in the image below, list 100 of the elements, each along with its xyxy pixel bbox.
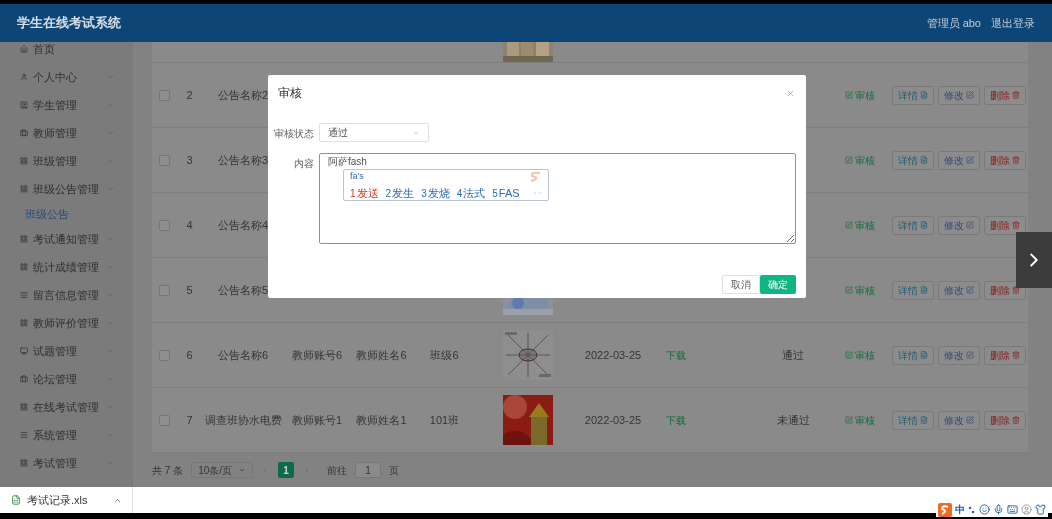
trash-icon (1012, 416, 1020, 424)
table-cell-text: 公告名称4 (217, 217, 269, 233)
cancel-button[interactable]: 取消 (722, 275, 760, 294)
total-count: 共 7 条 (152, 463, 184, 478)
goto-label: 前往 (327, 463, 348, 478)
detail-button[interactable]: 详情 (892, 215, 934, 235)
edit-button[interactable]: 修改 (938, 410, 980, 430)
app-title: 学生在线考试系统 (17, 14, 121, 33)
table-cell-text: 5 (186, 282, 193, 298)
pencil-icon (966, 91, 974, 99)
ime-mode[interactable]: 中 (955, 502, 965, 517)
keyboard-icon[interactable] (1007, 504, 1018, 515)
sidebar-item[interactable]: 留言信息管理 (0, 281, 133, 309)
delete-button[interactable]: 删除 (984, 345, 1026, 365)
delete-button[interactable]: 删除 (984, 85, 1026, 105)
field-label: 审核状态 (274, 127, 314, 141)
row-checkbox[interactable] (158, 89, 170, 101)
sidebar-item[interactable]: 个人中心 (0, 63, 133, 91)
user-icon[interactable] (1021, 504, 1032, 515)
logout-link[interactable]: 退出登录 (991, 14, 1035, 32)
edit-button[interactable]: 修改 (938, 150, 980, 170)
edit-button[interactable]: 修改 (938, 280, 980, 300)
review-link[interactable]: 审核 (845, 412, 875, 428)
row-checkbox[interactable] (158, 414, 170, 426)
sidebar-item[interactable]: 教师管理 (0, 119, 133, 147)
review-link[interactable]: 审核 (845, 282, 875, 298)
table-cell-text: 2 (186, 87, 193, 103)
microphone-icon[interactable] (993, 504, 1004, 515)
punctuation-icon[interactable] (968, 504, 976, 515)
table-cell-text: 班级6 (430, 347, 459, 363)
trash-icon (1012, 351, 1020, 359)
detail-button[interactable]: 详情 (892, 345, 934, 365)
sidebar-item[interactable]: 论坛管理 (0, 365, 133, 393)
document-icon (920, 351, 928, 359)
page-size-select[interactable]: 10条/页 (191, 462, 254, 478)
sidebar-item[interactable]: 班级管理 (0, 147, 133, 175)
shirt-icon[interactable] (1035, 504, 1046, 515)
row-checkbox[interactable] (158, 219, 170, 231)
sidebar-subitem[interactable]: 班级公告 (0, 203, 133, 225)
document-icon (920, 416, 928, 424)
row-checkbox[interactable] (158, 349, 170, 361)
sidebar-item[interactable]: 试题管理 (0, 337, 133, 365)
sidebar-item[interactable]: 教师评价管理 (0, 309, 133, 337)
pencil-icon (966, 156, 974, 164)
delete-button[interactable]: 删除 (984, 280, 1026, 300)
pencil-icon (845, 156, 853, 164)
row-checkbox[interactable] (158, 284, 170, 296)
ime-candidate[interactable]: 1发送 (350, 184, 379, 201)
edit-button[interactable]: 修改 (938, 215, 980, 235)
sidebar-item[interactable]: 考试管理 (0, 449, 133, 477)
edit-button[interactable]: 修改 (938, 85, 980, 105)
ime-candidate[interactable]: 4法式 (456, 184, 486, 201)
table-cell-text: 未通过 (776, 412, 810, 428)
sidebar-item[interactable]: 统计成绩管理 (0, 253, 133, 281)
table-cell-text: 2022-03-25 (584, 347, 642, 363)
row-checkbox[interactable] (158, 154, 170, 166)
confirm-button[interactable]: 确定 (760, 275, 796, 294)
pencil-icon (845, 91, 853, 99)
delete-button[interactable]: 删除 (984, 410, 1026, 430)
review-link[interactable]: 审核 (845, 87, 875, 103)
detail-button[interactable]: 详情 (892, 410, 934, 430)
sidebar-item[interactable]: 班级公告管理 (0, 175, 133, 203)
ime-composition: fa's (350, 170, 364, 183)
sidebar-item[interactable]: 在线考试管理 (0, 393, 133, 421)
review-link[interactable]: 审核 (845, 347, 875, 363)
pencil-icon (845, 416, 853, 424)
detail-button[interactable]: 详情 (892, 85, 934, 105)
sidebar-item[interactable]: 系统管理 (0, 421, 133, 449)
detail-button[interactable]: 详情 (892, 280, 934, 300)
page-button[interactable]: 1 (278, 462, 295, 478)
table-cell-text: 公告名称2 (217, 87, 269, 103)
delete-button[interactable]: 删除 (984, 150, 1026, 170)
table-cell-text: 4 (186, 217, 193, 233)
download-link[interactable]: 下载 (666, 347, 686, 363)
goto-suffix: 页 (389, 463, 400, 478)
next-icon[interactable] (533, 188, 538, 197)
sidebar-item[interactable]: 首页 (0, 42, 133, 63)
delete-button[interactable]: 删除 (984, 215, 1026, 235)
status-select[interactable]: 通过 (319, 123, 429, 142)
review-link[interactable]: 审核 (845, 152, 875, 168)
table-cell-text: 调查班协水电费 (204, 412, 282, 428)
detail-button[interactable]: 详情 (892, 150, 934, 170)
next-arrow-button[interactable] (1016, 232, 1052, 288)
sidebar-item[interactable]: 学生管理 (0, 91, 133, 119)
table-cell-text: 教师账号1 (291, 412, 343, 428)
goto-page-field[interactable]: 1 (355, 462, 382, 478)
ime-candidate[interactable]: 2发生 (385, 184, 415, 201)
pencil-icon (966, 221, 974, 229)
download-link[interactable]: 下载 (666, 412, 686, 428)
pencil-icon (966, 286, 974, 294)
ime-candidate[interactable]: 3发烧 (421, 184, 450, 201)
emoji-icon[interactable] (979, 504, 990, 515)
review-link[interactable]: 审核 (845, 217, 875, 233)
table-cell-text: 教师姓名6 (356, 347, 407, 363)
ime-candidate[interactable]: 5FAS (492, 184, 520, 201)
sidebar-item[interactable]: 考试通知管理 (0, 225, 133, 253)
ime-logo-icon[interactable] (938, 502, 952, 517)
document-icon (920, 156, 928, 164)
close-icon[interactable] (786, 88, 795, 98)
edit-button[interactable]: 修改 (938, 345, 980, 365)
